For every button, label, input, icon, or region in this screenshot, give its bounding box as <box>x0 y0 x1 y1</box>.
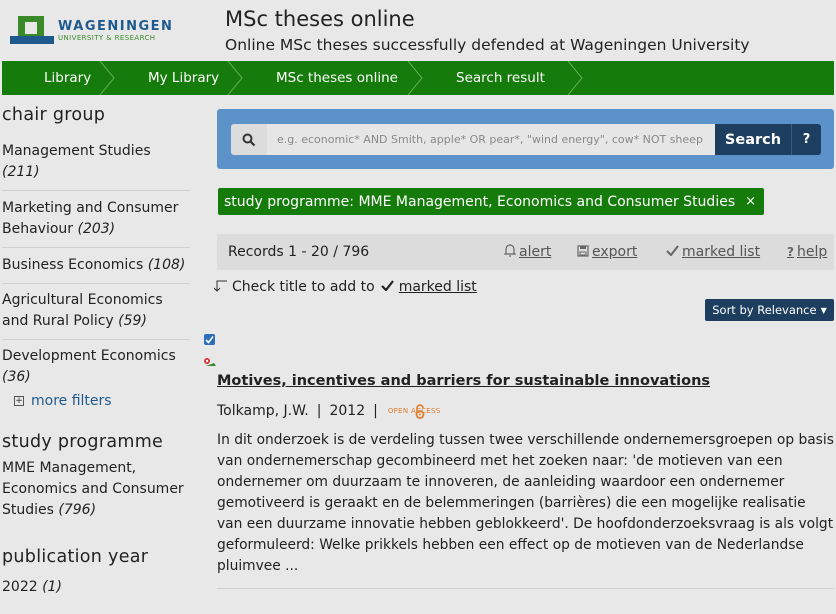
search-help-button[interactable]: ? <box>791 124 821 155</box>
help-link[interactable]: ? help <box>787 244 827 260</box>
caret-down-icon: ▼ <box>820 305 827 315</box>
divider <box>217 588 834 589</box>
save-icon <box>577 244 589 260</box>
search-icon <box>231 124 267 155</box>
result-meta: Tolkamp, J.W. | 2012 | OPEN ACCESS <box>217 403 441 419</box>
check-icon <box>666 245 679 259</box>
check-icon <box>380 279 394 295</box>
records-count: Records 1 - 20 / 796 <box>228 244 370 260</box>
arrow-return-icon <box>213 280 228 295</box>
facet-item[interactable]: Business Economics (108) <box>2 248 190 284</box>
logo-line1: WAGENINGEN <box>58 19 174 34</box>
facet-title-chair-group: chair group <box>2 105 106 125</box>
remove-filter-icon[interactable]: × <box>745 194 756 209</box>
facet-item[interactable]: 2022 (1) <box>2 575 190 605</box>
records-toolbar: Records 1 - 20 / 796 alert export marked… <box>217 234 834 270</box>
wur-logo[interactable]: WAGENINGEN UNIVERSITY & RESEARCH <box>10 16 173 46</box>
breadcrumb-my-library[interactable]: My Library <box>112 60 243 96</box>
facet-title-publication-year: publication year <box>2 547 149 567</box>
facet-item[interactable]: Agricultural Economics and Rural Policy … <box>2 284 190 340</box>
search-bar: e.g. economic* AND Smith, apple* OR pear… <box>231 124 821 155</box>
facet-title-study-programme: study programme <box>2 432 164 452</box>
facet-item[interactable]: Development Economics (36) <box>2 340 190 390</box>
marked-list-link[interactable]: marked list <box>666 244 760 260</box>
active-filter-tag[interactable]: study programme: MME Management, Economi… <box>218 188 765 215</box>
breadcrumb-search-result[interactable]: Search result <box>420 60 583 96</box>
marked-list-tip-link[interactable]: marked list <box>399 279 477 295</box>
search-input[interactable]: e.g. economic* AND Smith, apple* OR pear… <box>267 124 715 155</box>
more-filters-link[interactable]: + more filters <box>14 393 190 409</box>
filter-sidebar: chair group Management Studies (211) Mark… <box>2 105 190 605</box>
search-button[interactable]: Search <box>715 124 791 155</box>
filter-tag-label: study programme: MME Management, Economi… <box>224 193 736 210</box>
alert-link[interactable]: alert <box>503 244 551 260</box>
result-title-link[interactable]: Motives, incentives and barriers for sus… <box>217 373 710 389</box>
result-year: 2012 <box>329 403 366 419</box>
site-title: MSc theses online <box>225 7 415 31</box>
chevron-right-icon <box>564 60 584 96</box>
logo-mark-icon <box>10 16 54 46</box>
breadcrumb-library[interactable]: Library <box>2 60 115 96</box>
header: WAGENINGEN UNIVERSITY & RESEARCH MSc the… <box>0 0 836 62</box>
logo-line2: UNIVERSITY & RESEARCH <box>58 34 156 42</box>
facet-item[interactable]: Management Studies (211) <box>2 137 190 191</box>
search-panel: e.g. economic* AND Smith, apple* OR pear… <box>217 109 834 169</box>
result-author: Tolkamp, J.W. <box>217 403 309 419</box>
open-access-lock-icon <box>415 404 425 423</box>
export-link[interactable]: export <box>577 244 637 260</box>
sort-dropdown[interactable]: Sort by Relevance ▼ <box>705 299 834 321</box>
facet-item[interactable]: Marketing and Consumer Behaviour (203) <box>2 191 190 248</box>
bell-icon <box>503 244 517 260</box>
question-icon: ? <box>787 245 794 259</box>
facet-item[interactable]: MME Management, Economics and Consumer S… <box>2 458 190 528</box>
site-subtitle: Online MSc theses successfully defended … <box>225 36 750 54</box>
breadcrumb-msc-theses[interactable]: MSc theses online <box>240 60 423 96</box>
breadcrumb: Library My Library MSc theses online Sea… <box>2 60 834 96</box>
check-title-tip: Check title to add to marked list <box>213 279 477 295</box>
result-abstract: In dit onderzoek is de verdeling tussen … <box>217 432 834 574</box>
plus-box-icon: + <box>14 396 24 406</box>
result-checkbox[interactable] <box>204 334 215 345</box>
thesis-type-icon <box>203 354 217 366</box>
